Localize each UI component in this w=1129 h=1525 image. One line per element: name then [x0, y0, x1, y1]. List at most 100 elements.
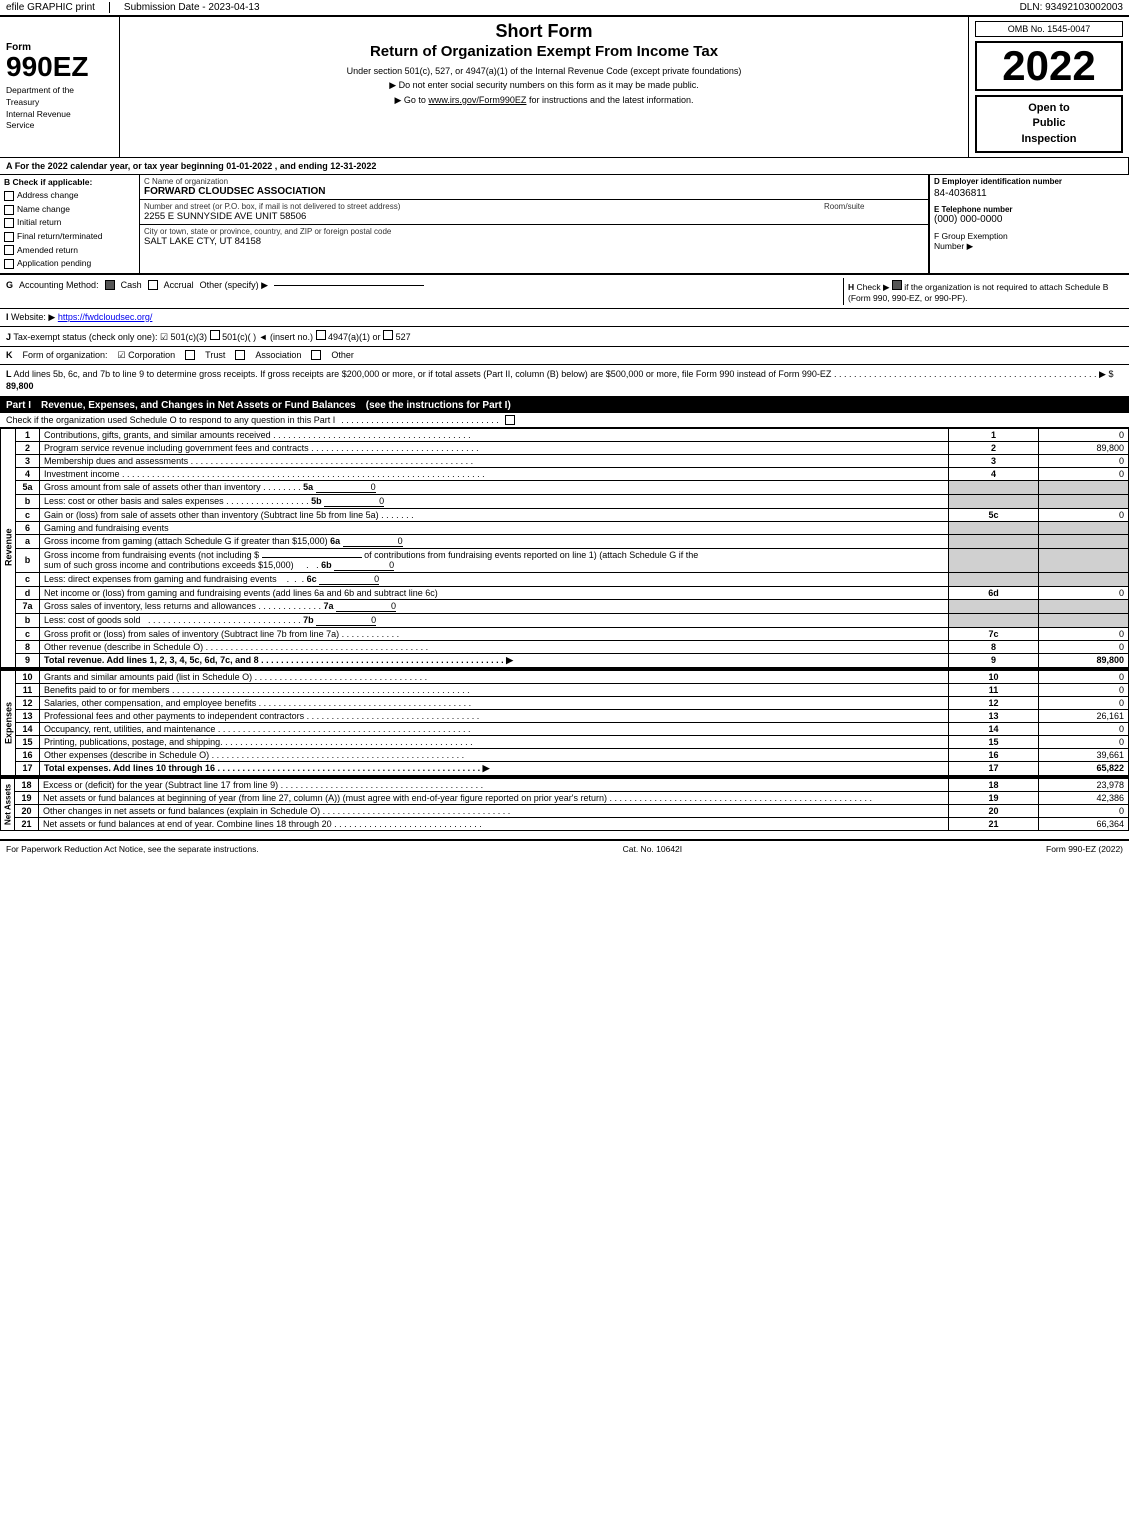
checkbox-address-change[interactable] [4, 191, 14, 201]
line-20-desc: Other changes in net assets or fund bala… [39, 804, 949, 817]
line-7c-val: 0 [1039, 627, 1129, 640]
accrual-checkbox[interactable] [148, 280, 158, 290]
h-check-label: Check ▶ [857, 282, 890, 292]
check-section: B Check if applicable: Address change Na… [0, 175, 1129, 274]
line-4-val: 0 [1039, 467, 1129, 480]
line-8-desc: Other revenue (describe in Schedule O) .… [40, 640, 949, 653]
line-16-ref: 16 [949, 748, 1039, 761]
line-9-val: 89,800 [1039, 653, 1129, 667]
part1-schedule-o-checkbox[interactable] [505, 415, 515, 425]
line-16-val: 39,661 [1039, 748, 1129, 761]
cash-checkbox[interactable] [105, 280, 115, 290]
section-a: A For the 2022 calendar year, or tax yea… [0, 158, 1129, 175]
table-row: 15 Printing, publications, postage, and … [1, 735, 1129, 748]
org-name-value: FORWARD CLOUDSEC ASSOCIATION [144, 186, 924, 197]
line-17-ref: 17 [949, 761, 1039, 775]
527-checkbox[interactable] [383, 330, 393, 340]
l-dots: . . . . . . . . . . . . . . . . . . . . … [834, 369, 1097, 379]
table-row: b Less: cost of goods sold . . . . . . .… [1, 613, 1129, 627]
line-5b-val-empty [1039, 494, 1129, 508]
form-number: 990EZ [6, 53, 113, 81]
tax-exempt-text: Tax-exempt status [13, 332, 86, 342]
h-checkbox[interactable] [892, 280, 902, 290]
check-label: B Check if applicable: [4, 177, 135, 187]
line-20-ref: 20 [949, 804, 1039, 817]
table-row: 3 Membership dues and assessments . . . … [1, 454, 1129, 467]
line-1-ref: 1 [949, 428, 1039, 441]
checkbox-name-change[interactable] [4, 205, 14, 215]
line-6b-desc: Gross income from fundraising events (no… [40, 548, 949, 572]
city-value: SALT LAKE CTY, UT 84158 [144, 236, 924, 247]
table-row: b Less: cost or other basis and sales ex… [1, 494, 1129, 508]
line-4-desc: Investment income . . . . . . . . . . . … [40, 467, 949, 480]
website-url[interactable]: https://fwdcloudsec.org/ [58, 312, 153, 322]
line-15-desc: Printing, publications, postage, and shi… [40, 735, 949, 748]
table-row: 11 Benefits paid to or for members . . .… [1, 683, 1129, 696]
check-application-pending: Application pending [4, 257, 135, 271]
tax-exempt-row: J Tax-exempt status (check only one): ☑ … [0, 327, 1129, 347]
org-address-row: Number and street (or P.O. box, if mail … [140, 200, 928, 225]
l-value: 89,800 [6, 381, 34, 391]
line-17-val: 65,822 [1039, 761, 1129, 775]
line-20-num: 20 [15, 804, 39, 817]
line-4-num: 4 [16, 467, 40, 480]
j-label: J [6, 332, 11, 342]
line-6a-desc: Gross income from gaming (attach Schedul… [40, 534, 949, 548]
phone-value: (000) 000-0000 [934, 214, 1125, 225]
table-row: Expenses 10 Grants and similar amounts p… [1, 670, 1129, 683]
line-21-val: 66,364 [1039, 817, 1129, 830]
line-2-num: 2 [16, 441, 40, 454]
line-16-num: 16 [16, 748, 40, 761]
open-inspection-box: Open to Public Inspection [975, 95, 1123, 153]
table-row: 9 Total revenue. Add lines 1, 2, 3, 4, 5… [1, 653, 1129, 667]
line-3-num: 3 [16, 454, 40, 467]
tax-exempt-check-label: (check only one): [89, 332, 158, 342]
table-row: 12 Salaries, other compensation, and emp… [1, 696, 1129, 709]
h-label: H [848, 282, 854, 292]
part1-check-row: Check if the organization used Schedule … [0, 413, 1129, 428]
checkbox-final-return[interactable] [4, 232, 14, 242]
add-lines-row: L Add lines 5b, 6c, and 7b to line 9 to … [0, 365, 1129, 398]
line-6-desc: Gaming and fundraising events [40, 521, 949, 534]
page: efile GRAPHIC print Submission Date - 20… [0, 0, 1129, 1525]
line-12-val: 0 [1039, 696, 1129, 709]
room-label: Room/suite [824, 202, 924, 211]
table-row: 17 Total expenses. Add lines 10 through … [1, 761, 1129, 775]
line-5c-desc: Gain or (loss) from sale of assets other… [40, 508, 949, 521]
accounting-label: Accounting Method: [19, 280, 99, 290]
checkbox-initial-return[interactable] [4, 218, 14, 228]
check-address-change: Address change [4, 189, 135, 203]
table-row: 14 Occupancy, rent, utilities, and maint… [1, 722, 1129, 735]
checkbox-application-pending[interactable] [4, 259, 14, 269]
ein-value: 84-4036811 [934, 188, 1125, 199]
city-label: City or town, state or province, country… [144, 227, 924, 236]
line-10-ref: 10 [949, 670, 1039, 683]
checkbox-amended-return[interactable] [4, 245, 14, 255]
line-2-desc: Program service revenue including govern… [40, 441, 949, 454]
part1-title: Revenue, Expenses, and Changes in Net As… [41, 400, 356, 411]
other-org-checkbox[interactable] [311, 350, 321, 360]
top-bar: efile GRAPHIC print Submission Date - 20… [0, 0, 1129, 17]
accounting-row: G Accounting Method: Cash Accrual Other … [0, 274, 1129, 309]
assoc-checkbox[interactable] [235, 350, 245, 360]
table-row: 16 Other expenses (describe in Schedule … [1, 748, 1129, 761]
4947-checkbox[interactable] [316, 330, 326, 340]
org-name-row: C Name of organization FORWARD CLOUDSEC … [140, 175, 928, 200]
line-13-ref: 13 [949, 709, 1039, 722]
line-5a-ref-empty [949, 480, 1039, 494]
line-14-desc: Occupancy, rent, utilities, and maintena… [40, 722, 949, 735]
org-c-label: C Name of organization [144, 177, 924, 186]
phone-label: E Telephone number [934, 205, 1125, 214]
line-14-num: 14 [16, 722, 40, 735]
line-7c-num: c [16, 627, 40, 640]
line-18-ref: 18 [949, 778, 1039, 791]
irs-link[interactable]: www.irs.gov/Form990EZ [428, 95, 526, 105]
line-19-ref: 19 [949, 791, 1039, 804]
line-6d-desc: Net income or (loss) from gaming and fun… [40, 586, 949, 599]
501c-checkbox[interactable] [210, 330, 220, 340]
trust-checkbox[interactable] [185, 350, 195, 360]
table-row: Revenue 1 Contributions, gifts, grants, … [1, 428, 1129, 441]
table-row: 7a Gross sales of inventory, less return… [1, 599, 1129, 613]
line-6d-num: d [16, 586, 40, 599]
line-1-desc: Contributions, gifts, grants, and simila… [40, 428, 949, 441]
